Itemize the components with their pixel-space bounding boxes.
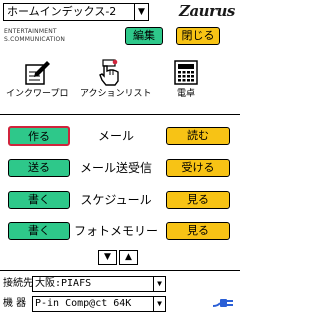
plug-icon [212, 299, 233, 307]
mail-read-button[interactable]: 読む [166, 127, 230, 145]
page-down-button[interactable]: ▼ [98, 250, 117, 265]
divider [0, 270, 240, 271]
mail-create-button[interactable]: 作る [8, 126, 70, 146]
chevron-down-icon[interactable]: ▼ [134, 4, 148, 20]
edit-button[interactable]: 編集 [125, 27, 163, 45]
zaurus-logo: Zaurus [179, 2, 235, 20]
mail-receive-button[interactable]: 受ける [166, 159, 230, 177]
pointing-hand-icon [99, 59, 119, 86]
launcher-label: インクワープロ [6, 89, 69, 99]
launcher-label: アクションリスト [80, 89, 152, 99]
divider [0, 114, 240, 115]
row-label-photo-memory: フォトメモリー [73, 224, 158, 238]
pen-paper-icon [25, 61, 50, 85]
row-label-schedule: スケジュール [80, 193, 152, 207]
row-label-mail-transfer: メール送受信 [79, 161, 152, 175]
top-bar: ホームインデックス-2 ▼ Zaurus [0, 0, 240, 24]
calculator-icon [174, 60, 198, 85]
arrow-down-icon: ▼ [104, 252, 111, 262]
schedule-write-button[interactable]: 書く [8, 191, 70, 209]
device-select-value: P-in Comp@ct 64K [35, 298, 132, 309]
home-index-select[interactable]: ホームインデックス-2 ▼ [3, 3, 149, 21]
connection-label: 接続先 [3, 278, 33, 289]
mail-send-button[interactable]: 送る [8, 159, 70, 177]
close-button[interactable]: 閉じる [176, 27, 220, 45]
chevron-down-icon[interactable]: ▼ [153, 277, 165, 291]
page-up-button[interactable]: ▲ [119, 250, 138, 265]
chevron-down-icon[interactable]: ▼ [153, 297, 165, 311]
launcher-label: 電卓 [176, 89, 195, 99]
tagline: ENTERTAINMENT S.COMMUNICATION [4, 28, 66, 43]
photo-memory-view-button[interactable]: 見る [166, 222, 230, 240]
row-label-mail: メール [97, 129, 134, 143]
launcher-calculator[interactable]: 電卓 [156, 59, 216, 103]
device-select[interactable]: P-in Comp@ct 64K ▼ [32, 296, 166, 312]
launcher-action-list[interactable]: アクションリスト [80, 59, 152, 103]
device-label: 機 器 [3, 298, 27, 309]
launcher-ink-wordpro[interactable]: インクワープロ [6, 59, 69, 103]
connection-select[interactable]: 大阪:PIAFS ▼ [32, 276, 166, 292]
connection-select-value: 大阪:PIAFS [35, 278, 92, 289]
schedule-view-button[interactable]: 見る [166, 191, 230, 209]
home-index-select-value: ホームインデックス-2 [7, 5, 117, 18]
photo-memory-write-button[interactable]: 書く [8, 222, 70, 240]
arrow-up-icon: ▲ [125, 252, 132, 262]
